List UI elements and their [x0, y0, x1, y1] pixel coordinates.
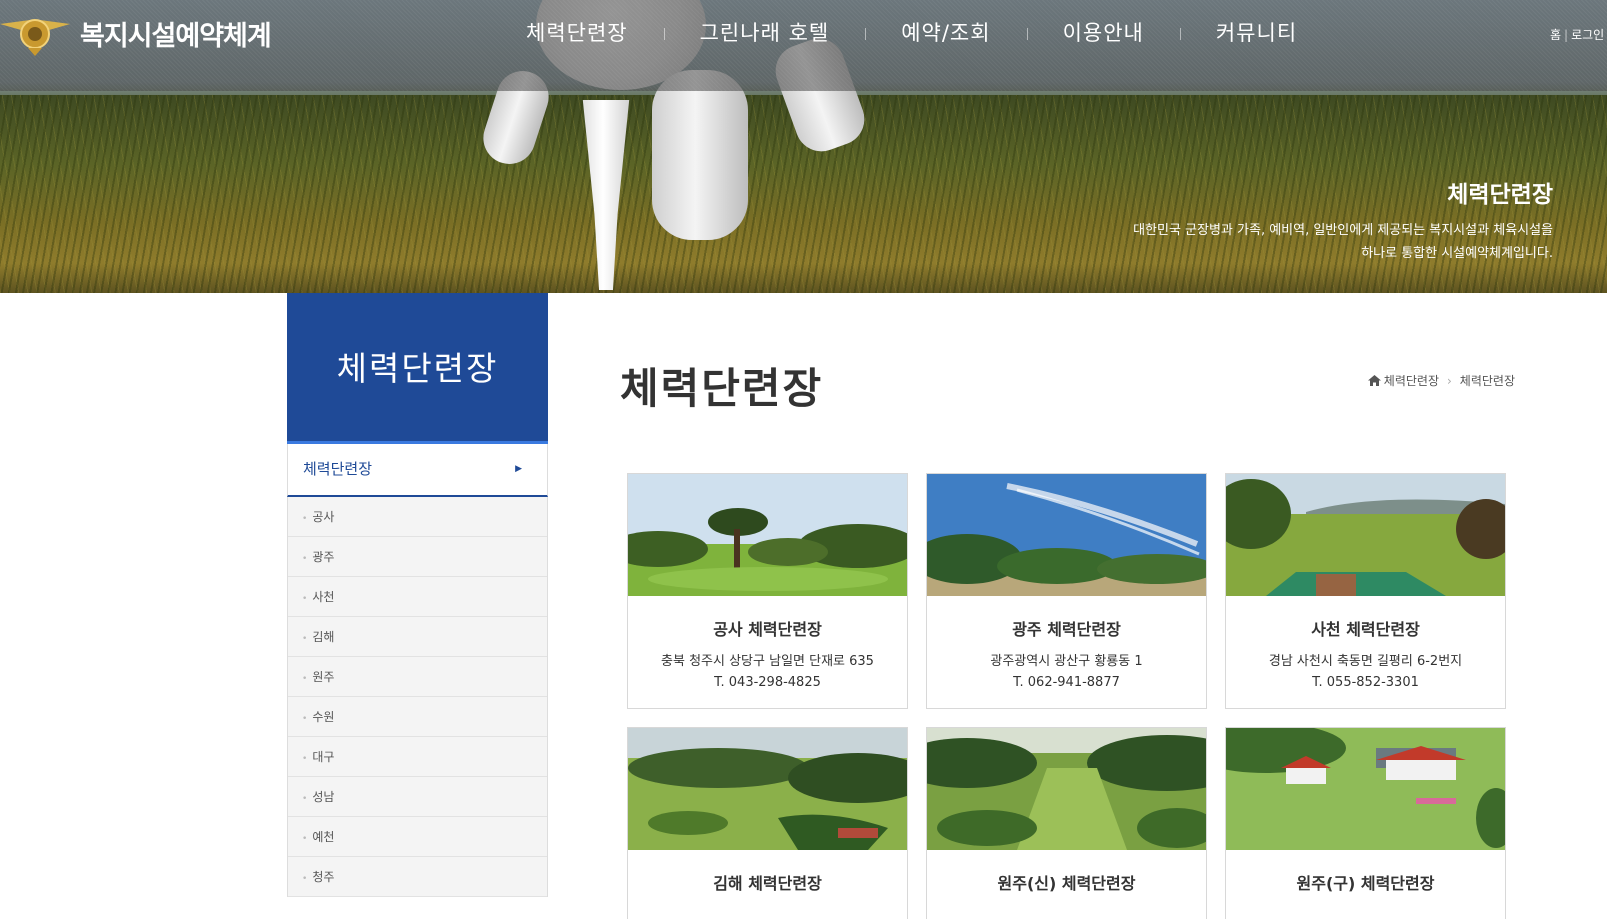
facility-phone: T. 062-941-8877 — [1013, 675, 1120, 690]
facility-phone: T. 043-298-4825 — [714, 675, 821, 690]
caret-right-icon: ▶ — [515, 464, 522, 474]
bullet-icon: • — [302, 514, 308, 524]
facility-info: 김해 체력단련장 — [628, 850, 907, 894]
nav-greennarae-hotel[interactable]: 그린나래 호텔 — [663, 18, 866, 48]
sidebar-item-label: 김해 — [312, 630, 335, 644]
facility-info: 광주 체력단련장 광주광역시 광산구 황룡동 1 T. 062-941-8877 — [927, 596, 1206, 690]
sidebar-item-label: 대구 — [312, 750, 335, 764]
facility-phone: T. 055-852-3301 — [1312, 675, 1419, 690]
nav-community[interactable]: 커뮤니티 — [1179, 18, 1333, 48]
bullet-icon: • — [302, 594, 308, 604]
hero-banner: 복지시설예약체계 체력단련장 그린나래 호텔 예약/조회 이용안내 커뮤니티 홈… — [0, 0, 1607, 293]
facility-address: 경남 사천시 축동면 길평리 6-2번지 — [1268, 654, 1463, 669]
facility-info: 사천 체력단련장 경남 사천시 축동면 길평리 6-2번지 T. 055-852… — [1226, 596, 1505, 690]
sidebar-item-daegu[interactable]: • 대구 — [288, 737, 547, 777]
sidebar-item-yecheon[interactable]: • 예천 — [288, 817, 547, 857]
facility-address: 충북 청주시 상당구 남일면 단재로 635 — [661, 654, 874, 669]
facility-card-sacheon[interactable]: 사천 체력단련장 경남 사천시 축동면 길평리 6-2번지 T. 055-852… — [1225, 473, 1506, 709]
facility-info: 원주(구) 체력단련장 — [1226, 850, 1505, 894]
sidebar-item-fitness-center[interactable]: 체력단련장 ▶ — [287, 444, 548, 497]
bullet-icon: • — [302, 754, 308, 764]
facility-card-gwangju[interactable]: 광주 체력단련장 광주광역시 광산구 황룡동 1 T. 062-941-8877 — [926, 473, 1207, 709]
main-navigation: 체력단련장 그린나래 호텔 예약/조회 이용안내 커뮤니티 — [490, 18, 1333, 48]
bullet-icon: • — [302, 634, 308, 644]
facility-card-gongsa[interactable]: 공사 체력단련장 충북 청주시 상당구 남일면 단재로 635 T. 043-2… — [627, 473, 908, 709]
hero-text: 체력단련장 대한민국 군장병과 가족, 예비역, 일반인에게 제공되는 복지시설… — [1133, 175, 1553, 265]
nav-fitness-center[interactable]: 체력단련장 — [490, 18, 664, 48]
sidebar-item-label: 예천 — [312, 830, 335, 844]
sidebar-item-label: 청주 — [312, 870, 335, 884]
facility-name: 사천 체력단련장 — [1311, 620, 1420, 639]
facility-name: 원주(신) 체력단련장 — [997, 874, 1136, 893]
facility-photo — [927, 474, 1206, 596]
sidebar-heading: 체력단련장 — [287, 293, 548, 444]
breadcrumb-current: 체력단련장 — [1459, 374, 1515, 388]
sidebar-item-label: 성남 — [312, 790, 335, 804]
sidebar-item-gongsa[interactable]: • 공사 — [288, 497, 547, 537]
sidebar-item-label: 수원 — [312, 710, 335, 724]
chevron-right-icon: › — [1446, 373, 1452, 388]
nav-reservation[interactable]: 예약/조회 — [865, 18, 1026, 48]
facility-card-gimhae[interactable]: 김해 체력단련장 — [627, 727, 908, 919]
sidebar-item-sacheon[interactable]: • 사천 — [288, 577, 547, 617]
bullet-icon: • — [302, 874, 308, 884]
bullet-icon: • — [302, 714, 308, 724]
facility-name: 원주(구) 체력단련장 — [1296, 874, 1435, 893]
sidebar-item-label: 공사 — [312, 510, 335, 524]
util-separator: | — [1564, 28, 1569, 42]
facility-photo — [1226, 728, 1505, 850]
facility-photo — [628, 728, 907, 850]
bullet-icon: • — [302, 554, 308, 564]
sidebar-submenu: • 공사 • 광주 • 사천 • 김해 • 원주 • 수원 • 대구 • 성남 • 예천 • 청주 — [287, 497, 548, 897]
breadcrumb: 체력단련장 › 체력단련장 — [1367, 372, 1515, 389]
facility-card-wonju-old[interactable]: 원주(구) 체력단련장 — [1225, 727, 1506, 919]
bullet-icon: • — [302, 834, 308, 844]
facility-photo — [927, 728, 1206, 850]
sidebar-item-suwon[interactable]: • 수원 — [288, 697, 547, 737]
site-title[interactable]: 복지시설예약체계 — [80, 14, 272, 53]
sidebar-item-cheongju[interactable]: • 청주 — [288, 857, 547, 897]
sidebar-item-gimhae[interactable]: • 김해 — [288, 617, 547, 657]
bullet-icon: • — [302, 794, 308, 804]
login-link[interactable]: 로그인 — [1571, 28, 1604, 42]
breadcrumb-item[interactable]: 체력단련장 — [1384, 372, 1439, 389]
sidebar-item-label: 원주 — [312, 670, 335, 684]
bullet-icon: • — [302, 674, 308, 684]
facility-photo — [628, 474, 907, 596]
sidebar-item-label: 광주 — [312, 550, 335, 564]
facility-info: 공사 체력단련장 충북 청주시 상당구 남일면 단재로 635 T. 043-2… — [628, 596, 907, 690]
sidebar: 체력단련장 체력단련장 ▶ • 공사 • 광주 • 사천 • 김해 • 원주 • 수원 • 대… — [287, 293, 548, 897]
home-icon[interactable] — [1367, 375, 1381, 386]
facility-name: 김해 체력단련장 — [713, 874, 822, 893]
nav-guide[interactable]: 이용안내 — [1026, 18, 1180, 48]
facility-name: 광주 체력단련장 — [1012, 620, 1121, 639]
facility-address: 광주광역시 광산구 황룡동 1 — [990, 654, 1143, 669]
sidebar-item-gwangju[interactable]: • 광주 — [288, 537, 547, 577]
sidebar-item-seongnam[interactable]: • 성남 — [288, 777, 547, 817]
hero-title: 체력단련장 — [1447, 182, 1553, 208]
sidebar-item-label: 사천 — [312, 590, 335, 604]
hero-glove-finger — [652, 70, 748, 240]
hero-description-line-1: 대한민국 군장병과 가족, 예비역, 일반인에게 제공되는 복지시설과 체육시설… — [1133, 223, 1553, 238]
facility-card-wonju-new[interactable]: 원주(신) 체력단련장 — [926, 727, 1207, 919]
air-force-emblem-icon[interactable] — [0, 10, 70, 56]
page-title: 체력단련장 — [620, 364, 824, 413]
facility-info: 원주(신) 체력단련장 — [927, 850, 1206, 894]
facility-name: 공사 체력단련장 — [713, 620, 822, 639]
home-link[interactable]: 홈 — [1550, 28, 1561, 42]
facility-photo — [1226, 474, 1505, 596]
utility-links: 홈 | 로그인 — [1550, 26, 1604, 43]
hero-description-line-2: 하나로 통합한 시설예약체계입니다. — [1361, 246, 1553, 261]
sidebar-item-label: 체력단련장 — [303, 460, 373, 478]
sidebar-item-wonju[interactable]: • 원주 — [288, 657, 547, 697]
